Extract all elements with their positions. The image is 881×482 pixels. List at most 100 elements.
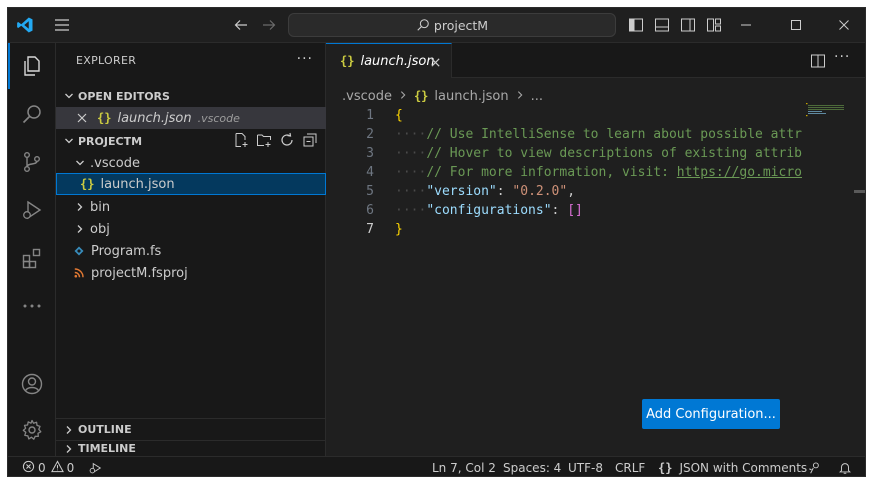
tree-file-projectm-fsproj[interactable]: projectM.fsproj bbox=[56, 262, 326, 284]
end-of-line[interactable]: CRLF bbox=[615, 457, 645, 476]
tree-folder-obj[interactable]: obj bbox=[56, 218, 326, 240]
close-editor-icon[interactable] bbox=[56, 112, 88, 124]
language-mode[interactable]: {} JSON with Comments bbox=[658, 457, 808, 476]
feedback-icon[interactable] bbox=[808, 457, 822, 476]
code-link[interactable]: https://go.micro bbox=[677, 165, 802, 180]
search-icon bbox=[417, 19, 429, 31]
code-line: ····// Use IntelliSense to learn about p… bbox=[395, 127, 802, 142]
command-center-search[interactable]: projectM bbox=[288, 13, 616, 37]
code-token: "configurations" bbox=[426, 203, 552, 218]
tree-file-launch-json[interactable]: {} launch.json bbox=[56, 173, 326, 195]
vscode-window: projectM EXPLORER ··· OPEN EDITORS {} la… bbox=[7, 7, 866, 477]
chevron-right-icon bbox=[398, 89, 408, 104]
new-folder-icon[interactable] bbox=[256, 132, 272, 151]
accounts-icon[interactable] bbox=[8, 361, 56, 407]
run-and-debug-icon[interactable] bbox=[8, 187, 56, 233]
close-tab-icon[interactable] bbox=[427, 54, 443, 70]
code-token: "version" bbox=[426, 184, 497, 199]
more-views-icon[interactable] bbox=[8, 283, 56, 329]
tree-item-label: .vscode bbox=[90, 155, 140, 171]
breadcrumb-more[interactable]: ... bbox=[531, 89, 543, 104]
code-token: // Hover to view descriptions of existin… bbox=[426, 146, 802, 161]
notifications-bell-icon[interactable] bbox=[838, 457, 852, 476]
extensions-icon[interactable] bbox=[8, 235, 56, 281]
code-token: { bbox=[395, 108, 403, 123]
explorer-more-actions-icon[interactable]: ··· bbox=[297, 51, 313, 67]
json-file-icon: {} bbox=[80, 177, 95, 191]
tree-folder-vscode[interactable]: .vscode bbox=[56, 152, 326, 174]
source-control-icon[interactable] bbox=[8, 139, 56, 185]
code-token: : bbox=[551, 203, 568, 218]
close-window-icon[interactable] bbox=[824, 13, 864, 37]
collapse-all-icon[interactable] bbox=[302, 132, 318, 151]
code-line: { bbox=[395, 106, 403, 125]
code-editor[interactable]: 1 2 3 4 5 6 7 { ····// Use IntelliSense … bbox=[326, 106, 802, 406]
minimap[interactable] bbox=[802, 101, 854, 121]
folder-header[interactable]: PROJECTM bbox=[56, 130, 326, 152]
vscode-logo-icon bbox=[14, 14, 36, 36]
chevron-right-icon bbox=[70, 201, 90, 213]
debug-status-icon[interactable] bbox=[88, 457, 102, 476]
cursor-position[interactable]: Ln 7, Col 2 bbox=[432, 457, 496, 476]
line-number: 7 bbox=[366, 222, 374, 237]
toggle-secondary-sidebar-icon[interactable] bbox=[678, 15, 698, 35]
menu-icon[interactable] bbox=[48, 14, 76, 36]
outline-label: OUTLINE bbox=[78, 423, 132, 436]
open-editor-description: .vscode bbox=[197, 111, 240, 125]
json-language-icon: {} bbox=[658, 460, 673, 475]
language-label: JSON with Comments bbox=[679, 460, 808, 475]
customize-layout-icon[interactable] bbox=[704, 15, 724, 35]
tree-item-label: launch.json bbox=[100, 176, 175, 192]
outline-header[interactable]: OUTLINE bbox=[56, 418, 326, 440]
sidebar-title: EXPLORER bbox=[76, 54, 137, 67]
tree-item-label: projectM.fsproj bbox=[91, 265, 188, 281]
line-number: 6 bbox=[366, 203, 374, 218]
error-count: 0 bbox=[38, 460, 46, 475]
scrollbar-thumb[interactable] bbox=[854, 190, 865, 193]
code-line: } bbox=[395, 220, 403, 239]
explorer-icon[interactable] bbox=[8, 43, 56, 89]
code-line: ····// For more information, visit: http… bbox=[395, 165, 802, 180]
refresh-icon[interactable] bbox=[279, 132, 295, 151]
toggle-panel-icon[interactable] bbox=[652, 15, 672, 35]
explorer-sidebar: EXPLORER ··· OPEN EDITORS {} launch.json… bbox=[56, 43, 326, 456]
line-number: 4 bbox=[366, 165, 374, 180]
open-editors-header[interactable]: OPEN EDITORS bbox=[56, 85, 326, 107]
code-token: "0.2.0" bbox=[512, 184, 568, 199]
go-forward-icon[interactable] bbox=[257, 14, 281, 36]
tree-file-program-fs[interactable]: Program.fs bbox=[56, 240, 326, 262]
toggle-primary-sidebar-icon[interactable] bbox=[626, 15, 646, 35]
editor-more-actions-icon[interactable]: ··· bbox=[834, 49, 850, 65]
maximize-icon[interactable] bbox=[776, 13, 816, 37]
editor-area: {} launch.json ··· .vscode {} launch.jso… bbox=[326, 43, 865, 456]
split-editor-icon[interactable] bbox=[810, 53, 826, 72]
go-back-icon[interactable] bbox=[229, 14, 253, 36]
editor-tabs: {} launch.json ··· bbox=[326, 43, 865, 78]
indentation[interactable]: Spaces: 4 bbox=[503, 457, 561, 476]
breadcrumb-file[interactable]: launch.json bbox=[434, 89, 508, 104]
add-configuration-button[interactable]: Add Configuration... bbox=[642, 399, 780, 429]
open-editor-item[interactable]: {} launch.json .vscode bbox=[56, 107, 326, 129]
chevron-right-icon bbox=[515, 89, 525, 104]
tab-launch-json[interactable]: {} launch.json bbox=[326, 43, 452, 78]
search-view-icon[interactable] bbox=[8, 91, 56, 137]
folder-label: PROJECTM bbox=[78, 134, 143, 148]
chevron-down-icon bbox=[60, 135, 78, 147]
manage-gear-icon[interactable] bbox=[8, 407, 56, 453]
encoding[interactable]: UTF-8 bbox=[568, 457, 603, 476]
chevron-down-icon bbox=[70, 157, 90, 169]
timeline-header[interactable]: TIMELINE bbox=[56, 440, 326, 456]
open-editors-label: OPEN EDITORS bbox=[78, 89, 170, 103]
breadcrumb-folder[interactable]: .vscode bbox=[342, 89, 392, 104]
code-token: // For more information, visit: bbox=[426, 165, 677, 180]
timeline-label: TIMELINE bbox=[78, 442, 136, 455]
line-number: 2 bbox=[366, 127, 374, 142]
code-token: [] bbox=[567, 203, 583, 218]
minimize-icon[interactable] bbox=[726, 13, 766, 37]
problems-indicator[interactable]: 0 0 bbox=[22, 457, 75, 476]
line-number: 1 bbox=[366, 108, 374, 123]
tree-folder-bin[interactable]: bin bbox=[56, 196, 326, 218]
tree-item-label: bin bbox=[90, 199, 111, 215]
new-file-icon[interactable] bbox=[233, 132, 249, 151]
warning-count: 0 bbox=[66, 460, 75, 475]
